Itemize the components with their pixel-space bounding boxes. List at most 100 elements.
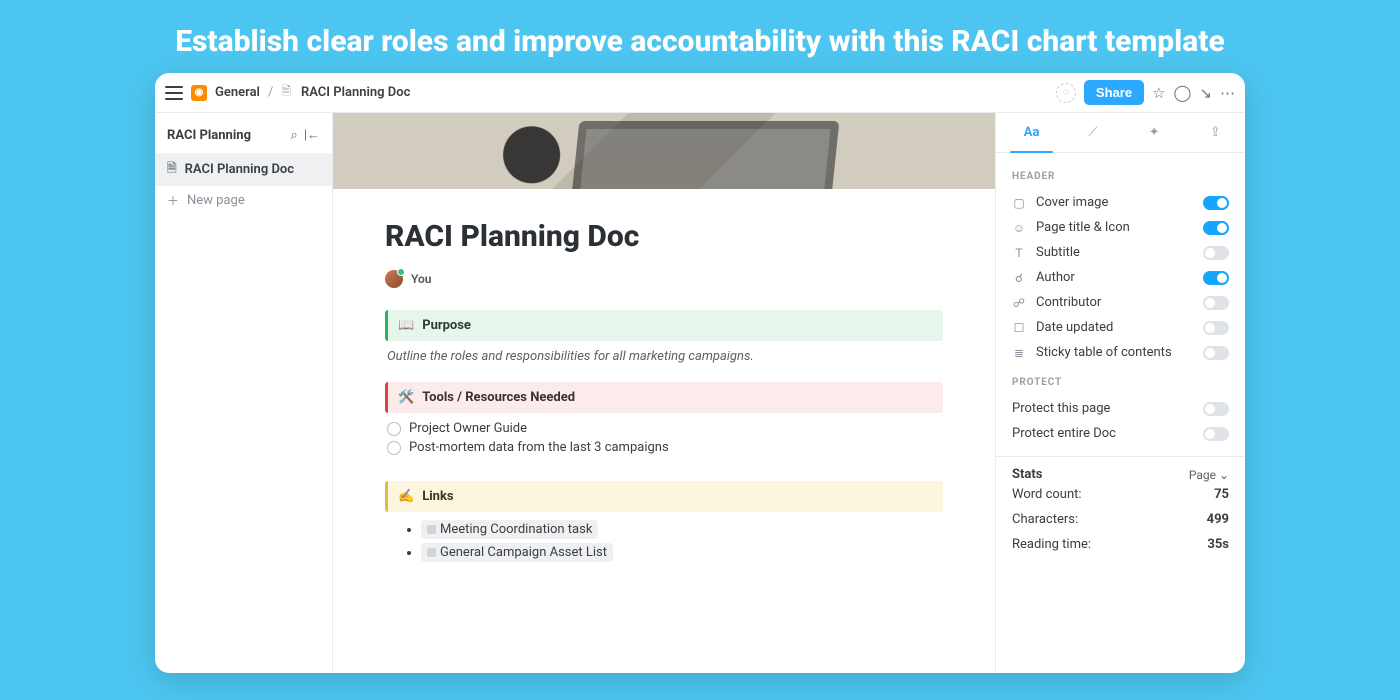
toggle[interactable] <box>1203 427 1229 441</box>
bullet-icon <box>407 528 411 532</box>
hero-title: Establish clear roles and improve accoun… <box>0 0 1400 73</box>
toggle[interactable] <box>1203 271 1229 285</box>
avatar[interactable] <box>385 270 403 288</box>
export-icon[interactable]: ↘ <box>1199 84 1212 102</box>
panel-tabs: Aa ⟋ ✦ ⇪ <box>996 113 1245 153</box>
option-label: Cover image <box>1036 195 1193 210</box>
stats-header: Stats Page ⌄ <box>1012 467 1229 482</box>
page-icon: 🗎 <box>167 159 177 180</box>
sidebar-item-label: New page <box>187 193 245 208</box>
author-name: You <box>411 272 431 286</box>
option-label: Date updated <box>1036 320 1193 335</box>
stats-title: Stats <box>1012 467 1042 482</box>
person-icon: ☌ <box>1012 271 1026 285</box>
presence-icon[interactable]: ◌ <box>1056 83 1076 103</box>
topbar: ◉ General / 🗎 RACI Planning Doc ◌ Share … <box>155 73 1245 113</box>
checklist-item[interactable]: Project Owner Guide <box>387 421 943 436</box>
doc-icon: 🗎 <box>281 82 291 103</box>
page-title[interactable]: RACI Planning Doc <box>385 219 943 254</box>
option-author: ☌ Author <box>1012 265 1229 290</box>
share-button[interactable]: Share <box>1084 80 1144 105</box>
purpose-callout[interactable]: 📖 Purpose <box>385 310 943 341</box>
bullet-icon <box>407 551 411 555</box>
checkbox-icon[interactable] <box>387 441 401 455</box>
option-cover-image: ▢ Cover image <box>1012 190 1229 215</box>
write-icon: ✍️ <box>398 489 414 504</box>
menu-icon[interactable] <box>165 86 183 100</box>
link-item[interactable]: General Campaign Asset List <box>407 543 943 562</box>
tab-layout[interactable]: ⟋ <box>1063 113 1122 152</box>
toggle[interactable] <box>1203 296 1229 310</box>
breadcrumb-workspace[interactable]: General <box>215 85 260 100</box>
task-icon <box>427 525 436 534</box>
checklist-text: Post-mortem data from the last 3 campaig… <box>409 440 669 455</box>
star-icon[interactable]: ☆ <box>1152 84 1165 102</box>
toggle[interactable] <box>1203 346 1229 360</box>
people-icon: ☍ <box>1012 296 1026 310</box>
smile-icon: ☺ <box>1012 221 1026 235</box>
tools-callout[interactable]: 🛠️ Tools / Resources Needed <box>385 382 943 413</box>
app-window: ◉ General / 🗎 RACI Planning Doc ◌ Share … <box>155 73 1245 673</box>
sidebar-title: RACI Planning <box>167 128 285 143</box>
tools-heading: Tools / Resources Needed <box>422 390 575 405</box>
breadcrumb-sep: / <box>268 85 273 100</box>
toggle[interactable] <box>1203 321 1229 335</box>
comment-icon[interactable]: ◯ <box>1174 83 1192 102</box>
stat-row: Characters:499 <box>1012 507 1229 532</box>
purpose-text[interactable]: Outline the roles and responsibilities f… <box>387 349 941 364</box>
cover-image[interactable] <box>333 113 995 189</box>
image-icon: ▢ <box>1012 196 1026 210</box>
collapse-icon[interactable]: |← <box>304 127 320 143</box>
toggle[interactable] <box>1203 246 1229 260</box>
option-protect-doc: Protect entire Doc <box>1012 421 1229 446</box>
text-icon: T <box>1012 246 1026 260</box>
option-protect-page: Protect this page <box>1012 396 1229 421</box>
doc-sidebar: RACI Planning ⌕ |← 🗎 RACI Planning Doc ＋… <box>155 113 333 673</box>
stats-scope-dropdown[interactable]: Page ⌄ <box>1189 468 1229 482</box>
toggle[interactable] <box>1203 221 1229 235</box>
option-label: Protect entire Doc <box>1012 426 1193 441</box>
option-label: Sticky table of contents <box>1036 345 1193 360</box>
checkbox-icon[interactable] <box>387 422 401 436</box>
option-date-updated: ☐ Date updated <box>1012 315 1229 340</box>
author-byline: You <box>385 270 943 288</box>
links-heading: Links <box>422 489 453 504</box>
sidebar-item-new-page[interactable]: ＋ New page <box>155 186 332 215</box>
tab-export[interactable]: ⇪ <box>1186 113 1245 152</box>
option-label: Author <box>1036 270 1193 285</box>
date-icon: ☐ <box>1012 321 1026 335</box>
document-main: RACI Planning Doc You 📖 Purpose Outline … <box>333 113 995 673</box>
checklist-text: Project Owner Guide <box>409 421 527 436</box>
chevron-down-icon: ⌄ <box>1219 468 1229 482</box>
more-icon[interactable]: ⋯ <box>1220 84 1235 102</box>
plus-icon: ＋ <box>167 192 179 209</box>
stat-row: Word count:75 <box>1012 482 1229 507</box>
links-callout[interactable]: ✍️ Links <box>385 481 943 512</box>
list-icon: ≣ <box>1012 346 1026 360</box>
tab-ai[interactable]: ✦ <box>1125 113 1184 152</box>
option-contributor: ☍ Contributor <box>1012 290 1229 315</box>
option-label: Contributor <box>1036 295 1193 310</box>
link-item[interactable]: Meeting Coordination task <box>407 520 943 539</box>
breadcrumb-doc[interactable]: RACI Planning Doc <box>301 85 410 100</box>
link-chip[interactable]: General Campaign Asset List <box>421 543 613 562</box>
tools-icon: 🛠️ <box>398 390 414 405</box>
toggle[interactable] <box>1203 402 1229 416</box>
option-page-title: ☺ Page title & Icon <box>1012 215 1229 240</box>
option-label: Page title & Icon <box>1036 220 1193 235</box>
option-subtitle: T Subtitle <box>1012 240 1229 265</box>
sidebar-item-label: RACI Planning Doc <box>185 162 294 177</box>
checklist-item[interactable]: Post-mortem data from the last 3 campaig… <box>387 440 943 455</box>
option-sticky-toc: ≣ Sticky table of contents <box>1012 340 1229 365</box>
option-label: Protect this page <box>1012 401 1193 416</box>
option-label: Subtitle <box>1036 245 1193 260</box>
link-chip[interactable]: Meeting Coordination task <box>421 520 598 539</box>
sidebar-item-doc[interactable]: 🗎 RACI Planning Doc <box>155 153 332 186</box>
stat-row: Reading time:35s <box>1012 532 1229 557</box>
section-protect: PROTECT <box>1012 377 1229 388</box>
toggle[interactable] <box>1203 196 1229 210</box>
tab-text-style[interactable]: Aa <box>1002 113 1061 152</box>
purpose-heading: Purpose <box>422 318 471 333</box>
workspace-icon[interactable]: ◉ <box>191 85 207 101</box>
search-icon[interactable]: ⌕ <box>291 128 298 143</box>
